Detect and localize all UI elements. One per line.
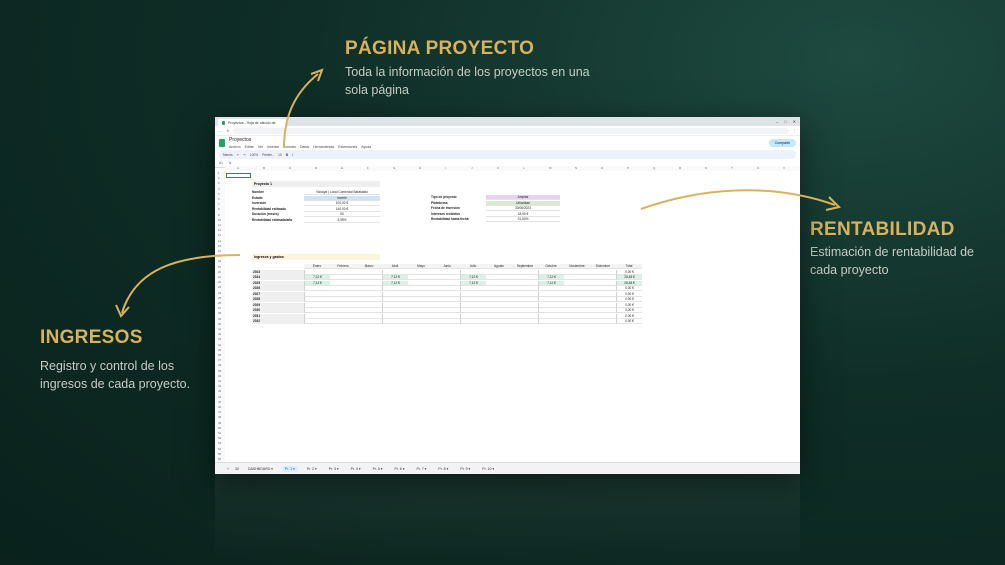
callout-arrows [115, 68, 841, 318]
arrow-rentabilidad [640, 189, 836, 210]
arrow-ingresos [121, 254, 241, 314]
arrow-pagina [283, 73, 319, 149]
